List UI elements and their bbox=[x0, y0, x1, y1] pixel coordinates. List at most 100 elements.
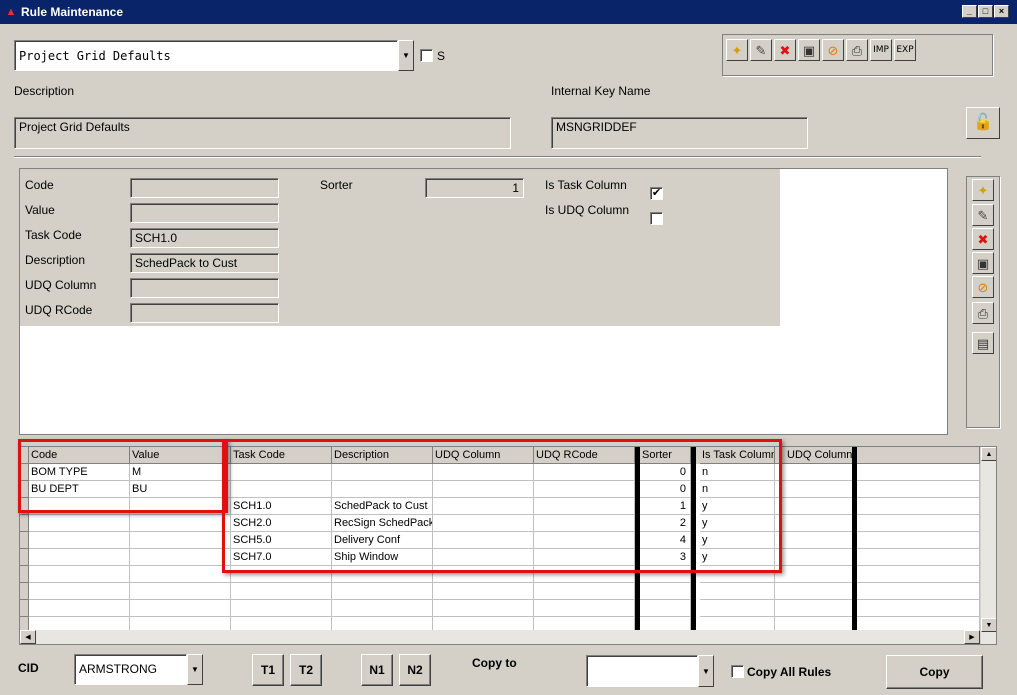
n1-button[interactable]: N1 bbox=[361, 654, 393, 686]
row-selector[interactable] bbox=[20, 532, 29, 549]
table-cell[interactable] bbox=[534, 600, 635, 617]
row-selector[interactable] bbox=[20, 481, 29, 498]
table-cell[interactable] bbox=[29, 532, 130, 549]
row-selector[interactable] bbox=[20, 464, 29, 481]
table-cell[interactable]: BU bbox=[130, 481, 231, 498]
col-udq-column[interactable]: UDQ Column bbox=[433, 447, 534, 464]
table-row[interactable]: SCH1.0 SchedPack to Cust 1 y bbox=[20, 498, 980, 515]
table-cell[interactable]: 0 bbox=[640, 481, 691, 498]
table-cell[interactable] bbox=[775, 532, 980, 549]
table-cell[interactable] bbox=[130, 600, 231, 617]
table-cell[interactable] bbox=[130, 498, 231, 515]
table-cell[interactable] bbox=[534, 549, 635, 566]
table-cell[interactable] bbox=[231, 481, 332, 498]
task-code-field[interactable]: SCH1.0 bbox=[130, 228, 279, 248]
table-row[interactable]: BU DEPT BU 0 n bbox=[20, 481, 980, 498]
table-cell[interactable]: Ship Window bbox=[332, 549, 433, 566]
value-field[interactable] bbox=[130, 203, 279, 223]
table-cell[interactable] bbox=[433, 498, 534, 515]
table-cell[interactable] bbox=[332, 481, 433, 498]
table-cell[interactable]: 1 bbox=[640, 498, 691, 515]
scroll-down-icon[interactable]: ▼ bbox=[981, 618, 996, 632]
cid-select[interactable]: ARMSTRONG bbox=[74, 654, 187, 685]
table-cell[interactable] bbox=[534, 515, 635, 532]
table-cell[interactable] bbox=[775, 583, 980, 600]
col-task-code[interactable]: Task Code bbox=[231, 447, 332, 464]
table-cell[interactable] bbox=[775, 600, 980, 617]
t2-button[interactable]: T2 bbox=[290, 654, 322, 686]
table-cell[interactable] bbox=[433, 481, 534, 498]
table-cell[interactable] bbox=[231, 600, 332, 617]
table-cell[interactable] bbox=[332, 600, 433, 617]
table-cell[interactable]: y bbox=[700, 549, 775, 566]
table-cell[interactable] bbox=[534, 481, 635, 498]
table-cell[interactable]: SCH7.0 bbox=[231, 549, 332, 566]
table-cell[interactable] bbox=[231, 583, 332, 600]
table-cell[interactable] bbox=[775, 464, 980, 481]
table-cell[interactable] bbox=[534, 566, 635, 583]
table-cell[interactable] bbox=[700, 583, 775, 600]
table-row[interactable] bbox=[20, 600, 980, 617]
col-value[interactable]: Value bbox=[130, 447, 231, 464]
udq-rcode-field[interactable] bbox=[130, 303, 279, 323]
row-selector[interactable] bbox=[20, 515, 29, 532]
row-selector[interactable] bbox=[20, 583, 29, 600]
table-cell[interactable] bbox=[433, 583, 534, 600]
table-cell[interactable] bbox=[775, 515, 980, 532]
table-cell[interactable]: BOM TYPE bbox=[29, 464, 130, 481]
table-cell[interactable]: n bbox=[700, 481, 775, 498]
table-cell[interactable] bbox=[433, 549, 534, 566]
table-cell[interactable] bbox=[433, 566, 534, 583]
table-cell[interactable] bbox=[775, 481, 980, 498]
edit-icon[interactable]: ✎ bbox=[750, 39, 772, 61]
table-cell[interactable]: 3 bbox=[640, 549, 691, 566]
col-sorter[interactable]: Sorter bbox=[640, 447, 691, 464]
close-button[interactable]: × bbox=[994, 5, 1009, 18]
col-udq-column-2[interactable]: UDQ Column bbox=[775, 447, 980, 464]
table-cell[interactable]: M bbox=[130, 464, 231, 481]
table-cell[interactable] bbox=[332, 566, 433, 583]
row-selector[interactable] bbox=[20, 600, 29, 617]
table-cell[interactable] bbox=[231, 566, 332, 583]
table-cell[interactable] bbox=[332, 583, 433, 600]
col-description[interactable]: Description bbox=[332, 447, 433, 464]
table-cell[interactable] bbox=[433, 532, 534, 549]
table-row[interactable]: SCH2.0 RecSign SchedPack 2 y bbox=[20, 515, 980, 532]
copy-button[interactable]: Copy bbox=[886, 655, 983, 689]
table-cell[interactable] bbox=[700, 566, 775, 583]
table-cell[interactable] bbox=[29, 549, 130, 566]
row-selector[interactable] bbox=[20, 498, 29, 515]
grid-horizontal-scrollbar[interactable]: ◀ ▶ bbox=[20, 630, 980, 644]
table-cell[interactable] bbox=[534, 498, 635, 515]
s-checkbox[interactable] bbox=[420, 49, 433, 62]
table-cell[interactable] bbox=[231, 464, 332, 481]
maximize-button[interactable]: □ bbox=[978, 5, 993, 18]
table-cell[interactable] bbox=[775, 549, 980, 566]
copy-to-dropdown-icon[interactable]: ▼ bbox=[698, 655, 714, 687]
table-cell[interactable]: n bbox=[700, 464, 775, 481]
table-cell[interactable] bbox=[640, 583, 691, 600]
delete-icon[interactable]: ✖ bbox=[774, 39, 796, 61]
table-row[interactable]: SCH7.0 Ship Window 3 y bbox=[20, 549, 980, 566]
n2-button[interactable]: N2 bbox=[399, 654, 431, 686]
t1-button[interactable]: T1 bbox=[252, 654, 284, 686]
table-row[interactable]: SCH5.0 Delivery Conf 4 y bbox=[20, 532, 980, 549]
udq-column-field[interactable] bbox=[130, 278, 279, 298]
row-edit-icon[interactable]: ✎ bbox=[972, 204, 994, 226]
rules-grid[interactable]: Code Value Task Code Description UDQ Col… bbox=[19, 446, 997, 645]
table-cell[interactable] bbox=[534, 464, 635, 481]
table-cell[interactable] bbox=[130, 515, 231, 532]
unlock-icon[interactable]: 🔓 bbox=[966, 107, 1000, 139]
table-cell[interactable] bbox=[433, 600, 534, 617]
col-udq-rcode[interactable]: UDQ RCode bbox=[534, 447, 635, 464]
table-cell[interactable] bbox=[775, 566, 980, 583]
table-cell[interactable]: SCH1.0 bbox=[231, 498, 332, 515]
table-cell[interactable] bbox=[29, 498, 130, 515]
row-selector[interactable] bbox=[20, 566, 29, 583]
table-row[interactable] bbox=[20, 583, 980, 600]
row-delete-icon[interactable]: ✖ bbox=[972, 228, 994, 250]
table-cell[interactable] bbox=[534, 532, 635, 549]
scroll-up-icon[interactable]: ▲ bbox=[981, 447, 996, 461]
row-save-icon[interactable]: ▣ bbox=[972, 252, 994, 274]
rule-select-dropdown-icon[interactable]: ▼ bbox=[398, 40, 414, 71]
